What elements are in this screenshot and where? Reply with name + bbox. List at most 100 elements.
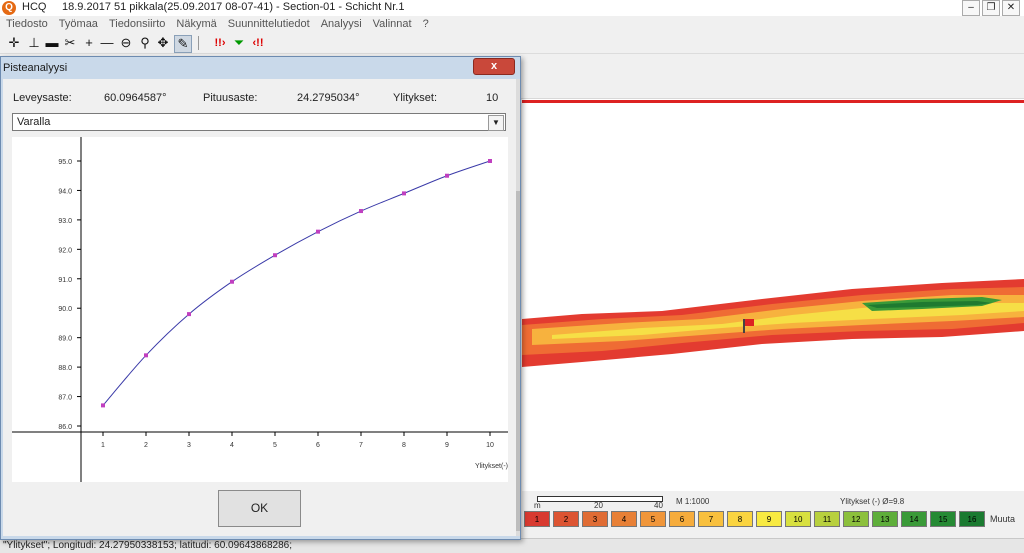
menu-tyomaa[interactable]: Työmaa [53, 16, 103, 33]
position-flag-icon[interactable] [745, 319, 754, 326]
pass-chart: 86.0 87.0 88.0 89.0 90.0 91.0 92.0 93.0 94.0 95.0… [12, 137, 508, 482]
data-point [359, 209, 363, 214]
x-tick-label: 9 [445, 442, 449, 449]
data-point [445, 173, 449, 178]
latitude-value: 60.0964587° [104, 92, 167, 104]
legend-item: 2 [553, 511, 579, 527]
x-axis-label: Ylitykset(-) [475, 463, 508, 470]
data-point [230, 279, 234, 284]
point-analysis-dialog: Pisteanalyysi x Leveysaste: 60.0964587° … [0, 56, 521, 540]
scissors-icon[interactable]: ✂ [62, 35, 78, 51]
window-titlebar: Q HCQ 18.9.2017 51 pikkala(25.09.2017 08… [0, 0, 1024, 17]
color-legend: 1 2 3 4 5 6 7 8 9 10 11 12 13 14 15 16 Muuta [522, 510, 1024, 528]
passes-value: 10 [486, 92, 499, 104]
scale-tick-20: 20 [594, 501, 603, 510]
app-logo-icon: Q [2, 1, 16, 15]
x-tick-label: 4 [230, 442, 234, 449]
y-tick-label: 93.0 [58, 218, 72, 225]
plus-icon[interactable]: + [81, 35, 97, 51]
legend-item: 7 [698, 511, 724, 527]
x-tick-label: 7 [359, 442, 363, 449]
section-boundary-line [522, 100, 1024, 103]
longitude-value: 24.2795034° [297, 92, 360, 104]
legend-item: 12 [843, 511, 869, 527]
minimize-icon[interactable]: – [962, 0, 980, 16]
menu-help[interactable]: ? [417, 16, 434, 33]
menu-valinnat[interactable]: Valinnat [367, 16, 417, 33]
reset-arrow-icon[interactable]: ‹!! [250, 35, 266, 51]
data-point [187, 312, 191, 317]
y-tick-label: 95.0 [58, 159, 72, 166]
legend-item: 11 [814, 511, 840, 527]
x-tick-label: 1 [101, 442, 105, 449]
filter-icon[interactable]: ⏷ [231, 35, 247, 51]
data-point [316, 229, 320, 234]
x-tick-label: 10 [486, 442, 494, 449]
pin-icon[interactable]: ✎ [174, 35, 192, 53]
scale-label: M 1:1000 [676, 497, 710, 506]
close-window-icon[interactable]: ✕ [1002, 0, 1020, 16]
y-tick-label: 94.0 [58, 188, 72, 195]
crosshair-icon[interactable]: ✛ [6, 35, 22, 51]
data-point [144, 353, 148, 358]
passes-label: Ylitykset: [393, 92, 438, 104]
legend-edit-button[interactable]: Muuta [990, 510, 1015, 528]
chevron-down-icon[interactable]: ▼ [488, 115, 504, 131]
x-tick-label: 2 [144, 442, 148, 449]
y-tick-label: 90.0 [58, 306, 72, 313]
menu-nakyma[interactable]: Näkymä [170, 16, 221, 33]
legend-item: 16 [959, 511, 985, 527]
legend-item: 4 [611, 511, 637, 527]
y-tick-label: 86.0 [58, 424, 72, 431]
dialog-close-button[interactable]: x [473, 58, 515, 75]
x-tick-label: 8 [402, 442, 406, 449]
restore-icon[interactable]: ❐ [982, 0, 1000, 16]
legend-item: 5 [640, 511, 666, 527]
menu-tiedosto[interactable]: Tiedosto [0, 16, 53, 33]
y-tick-label: 91.0 [58, 277, 72, 284]
toolbar-separator [198, 36, 199, 50]
analysis-type-select[interactable]: Varalla ▼ [12, 113, 506, 131]
legend-item: 9 [756, 511, 782, 527]
app-name: HCQ [22, 1, 47, 13]
minus-icon[interactable]: — [99, 35, 115, 51]
ok-button[interactable]: OK [218, 490, 301, 527]
y-tick-label: 87.0 [58, 395, 72, 402]
zoom-in-icon[interactable]: ⚲ [137, 35, 153, 51]
main-toolbar: ✛ ⊥ ▬ ✂ + — ⊖ ⚲ ✥ ✎ !!› ⏷ ‹!! [0, 33, 1024, 54]
menu-suunnittelutiedot[interactable]: Suunnittelutiedot [222, 16, 315, 33]
zoom-out-icon[interactable]: ⊖ [118, 35, 134, 51]
legend-item: 1 [524, 511, 550, 527]
status-text: "Ylitykset"; Longitudi: 24.27950338153; … [3, 540, 292, 551]
y-tick-label: 88.0 [58, 365, 72, 372]
dialog-body: Leveysaste: 60.0964587° Pituusaste: 24.2… [3, 79, 516, 536]
data-point [101, 403, 105, 408]
data-point [488, 159, 492, 163]
x-tick-label: 3 [187, 442, 191, 449]
ruler-icon[interactable]: ⊥ [26, 35, 42, 51]
status-bar: "Ylitykset"; Longitudi: 24.27950338153; … [0, 538, 1024, 553]
data-point [402, 191, 406, 196]
passes-average: Ylitykset (-) Ø=9.8 [840, 497, 905, 506]
map-view[interactable] [522, 99, 1024, 491]
warning-arrow-icon[interactable]: !!› [212, 35, 228, 51]
menu-bar: Tiedosto Työmaa Tiedonsiirto Näkymä Suun… [0, 16, 1024, 33]
menu-analyysi[interactable]: Analyysi [315, 16, 367, 33]
menu-tiedonsiirto[interactable]: Tiedonsiirto [103, 16, 170, 33]
x-tick-label: 6 [316, 442, 320, 449]
legend-item: 14 [901, 511, 927, 527]
y-tick-label: 92.0 [58, 247, 72, 254]
legend-item: 6 [669, 511, 695, 527]
data-point [273, 253, 277, 258]
legend-item: 13 [872, 511, 898, 527]
longitude-label: Pituusaste: [203, 92, 258, 104]
legend-item: 8 [727, 511, 753, 527]
scale-unit: m [534, 501, 541, 510]
pan-icon[interactable]: ✥ [155, 35, 171, 51]
roller-icon[interactable]: ▬ [44, 35, 60, 51]
window-title: 18.9.2017 51 pikkala(25.09.2017 08-07-41… [62, 1, 405, 13]
y-tick-label: 89.0 [58, 336, 72, 343]
analysis-type-value: Varalla [17, 116, 51, 128]
compaction-map [522, 279, 1024, 367]
scale-bar: m 20 40 M 1:1000 Ylitykset (-) Ø=9.8 [522, 491, 1024, 510]
